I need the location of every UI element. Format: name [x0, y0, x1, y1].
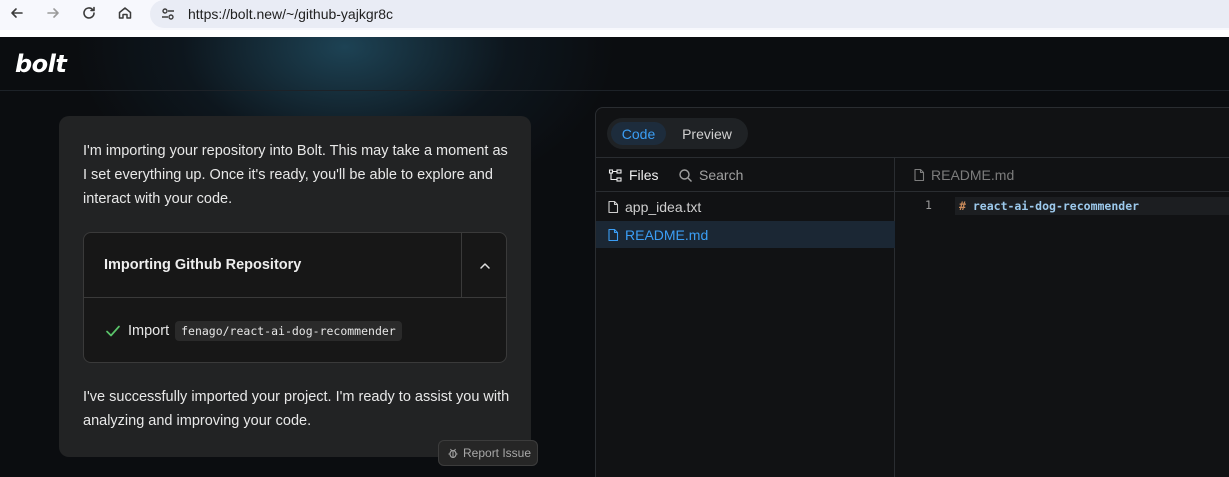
workbench-toolbar: Code Preview [596, 108, 1229, 158]
chevron-up-icon [480, 262, 490, 269]
editor-tab-bar: README.md [895, 158, 1229, 192]
browser-toolbar: https://bolt.new/~/github-yajkgr8c [0, 0, 1229, 30]
line-content: # react-ai-dog-recommender [959, 199, 1139, 213]
action-title: Importing Github Repository [104, 257, 302, 273]
report-issue-button[interactable]: Report Issue [438, 440, 538, 466]
import-step: Import fenago/react-ai-dog-recommender [104, 319, 402, 343]
assistant-intro-text: I'm importing your repository into Bolt.… [83, 143, 508, 207]
assistant-done-text: I've successfully imported your project.… [83, 389, 510, 429]
line-number: 1 [925, 198, 932, 212]
bolt-app: bolt I'm importing your repository into … [0, 37, 1229, 477]
bolt-logo[interactable]: bolt [15, 50, 67, 78]
editor-file-name: README.md [931, 167, 1015, 183]
editor-file-tab[interactable]: README.md [912, 167, 1014, 183]
tab-search[interactable]: Search [678, 167, 743, 183]
file-icon [914, 168, 925, 182]
tab-code[interactable]: Code [611, 122, 666, 145]
file-icon [608, 228, 619, 241]
bug-icon [448, 448, 458, 459]
address-bar[interactable]: https://bolt.new/~/github-yajkgr8c [150, 0, 1229, 28]
url-text[interactable]: https://bolt.new/~/github-yajkgr8c [188, 6, 393, 22]
tab-preview[interactable]: Preview [673, 122, 741, 145]
markdown-heading-text: react-ai-dog-recommender [972, 199, 1140, 213]
file-tree-icon [608, 168, 622, 182]
file-item-app-idea[interactable]: app_idea.txt [596, 193, 895, 220]
repo-name-chip: fenago/react-ai-dog-recommender [175, 321, 402, 341]
home-icon[interactable] [116, 4, 134, 22]
file-icon [608, 200, 619, 213]
file-item-label: README.md [625, 226, 709, 243]
tab-search-label: Search [699, 167, 744, 183]
checkmark-icon [106, 325, 120, 337]
assistant-message-card: I'm importing your repository into Bolt.… [59, 116, 531, 457]
tab-files[interactable]: Files [608, 167, 659, 183]
report-issue-label: Report Issue [463, 446, 532, 460]
forward-arrow-icon[interactable] [44, 4, 62, 22]
site-settings-icon[interactable] [160, 6, 176, 22]
action-panel-header[interactable]: Importing Github Repository [84, 233, 506, 298]
app-header: bolt [0, 37, 1229, 91]
code-editor-pane: README.md 1 # react-ai-dog-recommender [895, 158, 1229, 477]
workbench-panel: Code Preview Files Search app_idea.txt R… [595, 107, 1229, 477]
tab-files-label: Files [629, 167, 659, 183]
reload-icon[interactable] [80, 4, 98, 22]
file-tree-tabs: Files Search [596, 158, 895, 192]
file-item-readme[interactable]: README.md [596, 221, 895, 248]
import-action-panel: Importing Github Repository Import fenag… [83, 232, 507, 363]
back-arrow-icon[interactable] [8, 4, 26, 22]
browser-divider [0, 30, 1229, 37]
view-switcher: Code Preview [607, 118, 748, 149]
search-icon [679, 168, 692, 182]
file-tree-pane: Files Search app_idea.txt README.md [596, 158, 895, 477]
file-item-label: app_idea.txt [625, 198, 702, 215]
collapse-toggle-button[interactable] [461, 233, 506, 298]
import-label: Import [128, 323, 170, 339]
markdown-hash: # [959, 199, 966, 213]
code-line[interactable]: 1 # react-ai-dog-recommender [895, 197, 1229, 215]
